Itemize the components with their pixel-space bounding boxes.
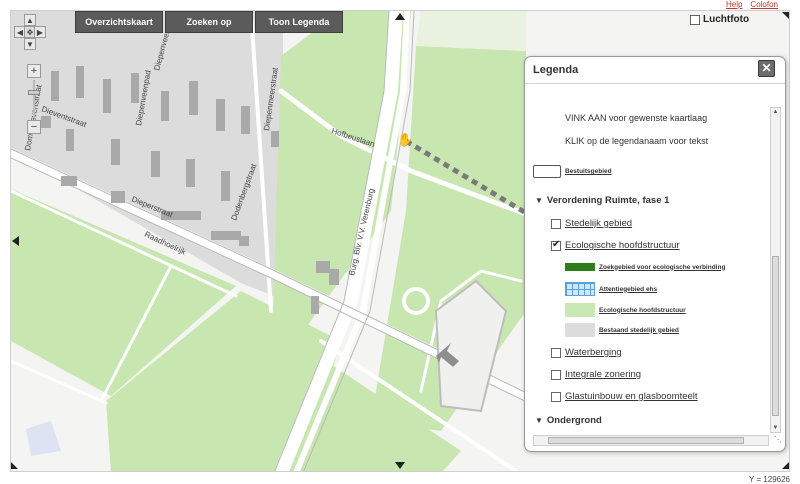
layer-checkbox[interactable] (551, 239, 561, 251)
legend-title: Legenda (533, 64, 579, 76)
legend-vertical-scrollbar[interactable]: ▲ ▼ (770, 107, 781, 433)
overview-map-button[interactable]: Overzichtskaart (75, 11, 163, 33)
legend-content: VINK AAN voor gewenste kaartlaag KLIK op… (525, 85, 769, 433)
legend-subitem-label[interactable]: Bestaand stedelijk gebied (599, 327, 679, 334)
top-links: Help Colofon (726, 0, 778, 9)
nav-up-icon[interactable]: ▲ (24, 14, 36, 26)
pan-up-arrow[interactable] (395, 13, 405, 20)
close-icon[interactable]: ✕ (758, 60, 775, 77)
layer-label[interactable]: Stedelijk gebied (565, 218, 632, 229)
aerial-photo-label: Luchtfoto (703, 14, 750, 25)
legend-layer-zonering[interactable]: Integrale zonering (551, 369, 641, 380)
legend-horizontal-scrollbar[interactable] (533, 435, 769, 446)
legend-layer-ecologisch[interactable]: Ecologische hoofdstructuur (551, 239, 680, 251)
layer-checkbox[interactable] (551, 369, 561, 380)
legend-subitem-label[interactable]: Ecologische hoofdstructuur (599, 307, 686, 314)
aerial-photo-toggle[interactable]: Luchtfoto (690, 14, 749, 25)
legend-subitem[interactable]: Attentiegebied ehs (565, 282, 657, 296)
pan-control: ▲ ◀ ✥ ▶ ▼ (14, 14, 46, 50)
legend-swatch (565, 323, 595, 337)
corner-arrow-bottom-left[interactable] (11, 462, 18, 469)
corner-arrow-bottom-right[interactable] (782, 462, 789, 469)
coordinate-readout: Y = 129626 (748, 475, 790, 484)
legend-instruction: KLIK op de legendanaam voor tekst (565, 136, 709, 146)
search-button[interactable]: Zoeken op (165, 11, 253, 33)
scroll-down-icon[interactable]: ▼ (772, 425, 779, 431)
colofon-link[interactable]: Colofon (750, 0, 778, 9)
corner-arrow-top-right[interactable] (782, 12, 789, 19)
nav-down-icon[interactable]: ▼ (24, 38, 36, 50)
legend-group-label[interactable]: Verordening Ruimte, fase 1 (547, 195, 669, 206)
legend-subitem[interactable]: Ecologische hoofdstructuur (565, 303, 686, 317)
layer-checkbox[interactable] (551, 218, 561, 229)
legend-header: Legenda ✕ (525, 57, 785, 84)
expand-triangle-icon[interactable]: ▼ (535, 196, 543, 205)
legend-layer-waterberging[interactable]: Waterberging (551, 347, 622, 358)
aerial-photo-checkbox[interactable] (690, 14, 700, 25)
show-legend-button[interactable]: Toon Legenda (255, 11, 343, 33)
legend-base-item[interactable]: Bestuitsgebied (533, 165, 612, 178)
scrollbar-thumb[interactable] (548, 437, 744, 444)
legend-swatch (565, 282, 595, 296)
legend-instruction: VINK AAN voor gewenste kaartlaag (565, 113, 708, 123)
zoom-in-button[interactable]: + (27, 64, 41, 78)
legend-subitem[interactable]: Bestaand stedelijk gebied (565, 323, 679, 337)
legend-base-label[interactable]: Bestuitsgebied (565, 168, 612, 175)
nav-right-icon[interactable]: ▶ (34, 26, 46, 38)
zoom-slider-knob[interactable] (28, 90, 40, 95)
legend-swatch (533, 165, 561, 178)
map-toolbar: Overzichtskaart Zoeken op Toon Legenda (75, 11, 343, 33)
legend-group-label[interactable]: Ondergrond (547, 415, 602, 426)
legend-group-ondergrond[interactable]: ▼ Ondergrond (535, 415, 602, 426)
pan-down-arrow[interactable] (395, 462, 405, 469)
layer-label[interactable]: Integrale zonering (565, 369, 641, 380)
hand-cursor-icon: ✋ (397, 132, 413, 147)
legend-layer-stedelijk[interactable]: Stedelijk gebied (551, 218, 632, 229)
map-application: Dommelsvenstraat Diepenveenpad Dieventst… (0, 0, 800, 484)
layer-label[interactable]: Ecologische hoofdstructuur (565, 240, 680, 251)
legend-layer-glastuinbouw[interactable]: Glastuinbouw en glasboomteelt (551, 391, 698, 402)
legend-swatch (565, 303, 595, 317)
legend-subitem-label[interactable]: Zoekgebied voor ecologische verbinding (599, 264, 725, 271)
zoom-slider-track[interactable] (33, 80, 35, 118)
legend-subitem-label[interactable]: Attentiegebied ehs (599, 286, 657, 293)
resize-grip-icon[interactable]: ⋱ (774, 435, 782, 444)
layer-label[interactable]: Waterberging (565, 347, 622, 358)
layer-label[interactable]: Glastuinbouw en glasboomteelt (565, 391, 698, 402)
layer-checkbox[interactable] (551, 391, 561, 402)
legend-group-verordening[interactable]: ▼ Verordening Ruimte, fase 1 (535, 195, 669, 206)
scrollbar-thumb[interactable] (772, 256, 779, 416)
layer-checkbox[interactable] (551, 347, 561, 358)
pan-left-arrow[interactable] (12, 236, 19, 246)
legend-subitem[interactable]: Zoekgebied voor ecologische verbinding (565, 263, 725, 271)
help-link[interactable]: Help (726, 0, 742, 9)
zoom-out-button[interactable]: − (27, 120, 41, 134)
legend-panel: Legenda ✕ VINK AAN voor gewenste kaartla… (524, 56, 786, 452)
legend-swatch (565, 263, 595, 271)
expand-triangle-icon[interactable]: ▼ (535, 416, 543, 425)
scroll-up-icon[interactable]: ▲ (772, 109, 779, 115)
